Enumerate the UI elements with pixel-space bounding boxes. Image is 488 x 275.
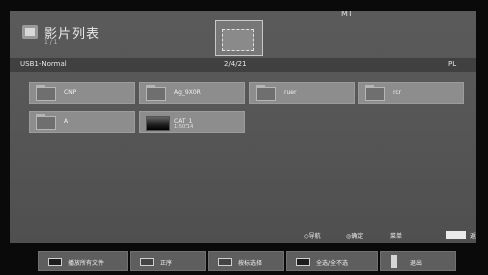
hint-back: 返回 xyxy=(470,233,476,240)
list-item[interactable]: A xyxy=(29,111,135,133)
blue-key-icon xyxy=(296,258,310,266)
path-bar: USB1-Normal 2/4/21 PL xyxy=(10,58,476,72)
exit-label: 退出 xyxy=(410,260,423,267)
list-item[interactable]: CAT_1 1:50:14 xyxy=(139,111,245,133)
folder-icon xyxy=(36,85,56,101)
folder-icon xyxy=(36,114,56,130)
select-all-label: 全选/全不选 xyxy=(316,260,349,267)
mark-select-button[interactable]: 按标选择 xyxy=(208,251,284,271)
back-key-icon xyxy=(446,231,466,239)
yellow-key-icon xyxy=(218,258,232,266)
exit-icon xyxy=(391,255,397,268)
item-label: CNP xyxy=(64,89,77,96)
list-item[interactable]: ruer xyxy=(249,82,355,104)
page-count: 1 / 1 xyxy=(44,39,58,46)
green-key-icon xyxy=(140,258,154,266)
list-item[interactable]: CNP xyxy=(29,82,135,104)
folder-icon xyxy=(256,85,276,101)
select-all-button[interactable]: 全选/全不选 xyxy=(286,251,378,271)
play-all-button[interactable]: 播放所有文件 xyxy=(38,251,128,271)
list-item[interactable]: Ag_9X0R xyxy=(139,82,245,104)
item-label: Ag_9X0R xyxy=(174,89,201,96)
item-duration: 1:50:14 xyxy=(174,124,194,130)
title-bar: 影片列表 1 / 1 MT xyxy=(10,11,476,57)
sort-order-button[interactable]: 正序 xyxy=(130,251,206,271)
path-right-label: PL xyxy=(448,60,457,68)
tv-frame: 影片列表 1 / 1 MT USB1-Normal 2/4/21 PL CNP … xyxy=(0,0,488,275)
exit-button[interactable]: 退出 xyxy=(380,251,456,271)
hint-navigate: ◇导航 xyxy=(304,233,321,240)
sort-order-label: 正序 xyxy=(160,260,173,267)
footer-toolbar: 播放所有文件 正序 按标选择 全选/全不选 退出 xyxy=(38,251,456,271)
movie-list-icon xyxy=(22,25,38,39)
media-browser-screen: 影片列表 1 / 1 MT USB1-Normal 2/4/21 PL CNP … xyxy=(10,11,476,243)
red-key-icon xyxy=(48,258,62,266)
item-label: A xyxy=(64,118,69,125)
item-label: rcr xyxy=(393,89,402,96)
list-item[interactable]: rcr xyxy=(358,82,464,104)
folder-icon xyxy=(146,85,166,101)
current-folder-icon xyxy=(215,20,263,56)
folder-icon xyxy=(365,85,385,101)
top-status-text: MT xyxy=(341,11,353,18)
mark-select-label: 按标选择 xyxy=(238,260,263,267)
hint-ok: ◎确定 xyxy=(346,233,364,240)
current-path: 2/4/21 xyxy=(224,60,247,68)
play-all-label: 播放所有文件 xyxy=(68,260,105,267)
hint-menu: 菜单 xyxy=(390,233,403,240)
item-label: ruer xyxy=(284,89,297,96)
device-path: USB1-Normal xyxy=(20,60,67,68)
video-thumbnail xyxy=(146,116,170,131)
